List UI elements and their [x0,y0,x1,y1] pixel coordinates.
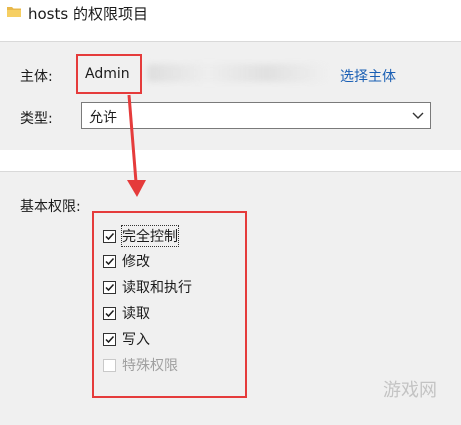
checkbox-write[interactable] [103,332,116,346]
principal-panel [0,41,461,150]
principal-highlight-box [76,54,142,94]
checkmark-icon [105,309,115,317]
permission-label: 特殊权限 [122,358,178,374]
checkmark-icon [105,257,115,265]
type-label: 类型: [20,111,53,127]
redacted-principal-detail [147,64,327,82]
folder-icon [7,7,21,17]
permission-label: 修改 [122,254,150,270]
permission-label: 完全控制 [121,225,179,247]
checkbox-full-control[interactable] [103,229,116,243]
checkbox-read[interactable] [103,306,116,320]
permission-read-execute[interactable]: 读取和执行 [103,277,192,297]
permission-label: 读取 [122,306,150,322]
permission-write[interactable]: 写入 [103,329,150,349]
checkbox-read-execute[interactable] [103,280,116,294]
checkmark-icon [105,335,115,343]
basic-permissions-label: 基本权限: [20,199,81,215]
chevron-down-icon [412,112,424,119]
permission-label: 写入 [122,332,150,348]
checkbox-modify[interactable] [103,254,116,268]
checkbox-special [103,358,116,372]
type-select-value: 允许 [89,110,117,126]
permission-special: 特殊权限 [103,355,178,375]
permission-full-control[interactable]: 完全控制 [103,225,179,247]
permission-read[interactable]: 读取 [103,303,150,323]
principal-label: 主体: [20,69,53,85]
checkmark-icon [105,232,115,240]
type-select[interactable]: 允许 [81,102,431,129]
window-title: hosts 的权限项目 [28,5,148,23]
permission-modify[interactable]: 修改 [103,251,150,271]
permission-label: 读取和执行 [122,280,192,296]
checkmark-icon [105,283,115,291]
select-principal-link[interactable]: 选择主体 [340,66,396,86]
watermark: 游戏网 [383,380,437,401]
window-titlebar: hosts 的权限项目 [0,0,461,28]
